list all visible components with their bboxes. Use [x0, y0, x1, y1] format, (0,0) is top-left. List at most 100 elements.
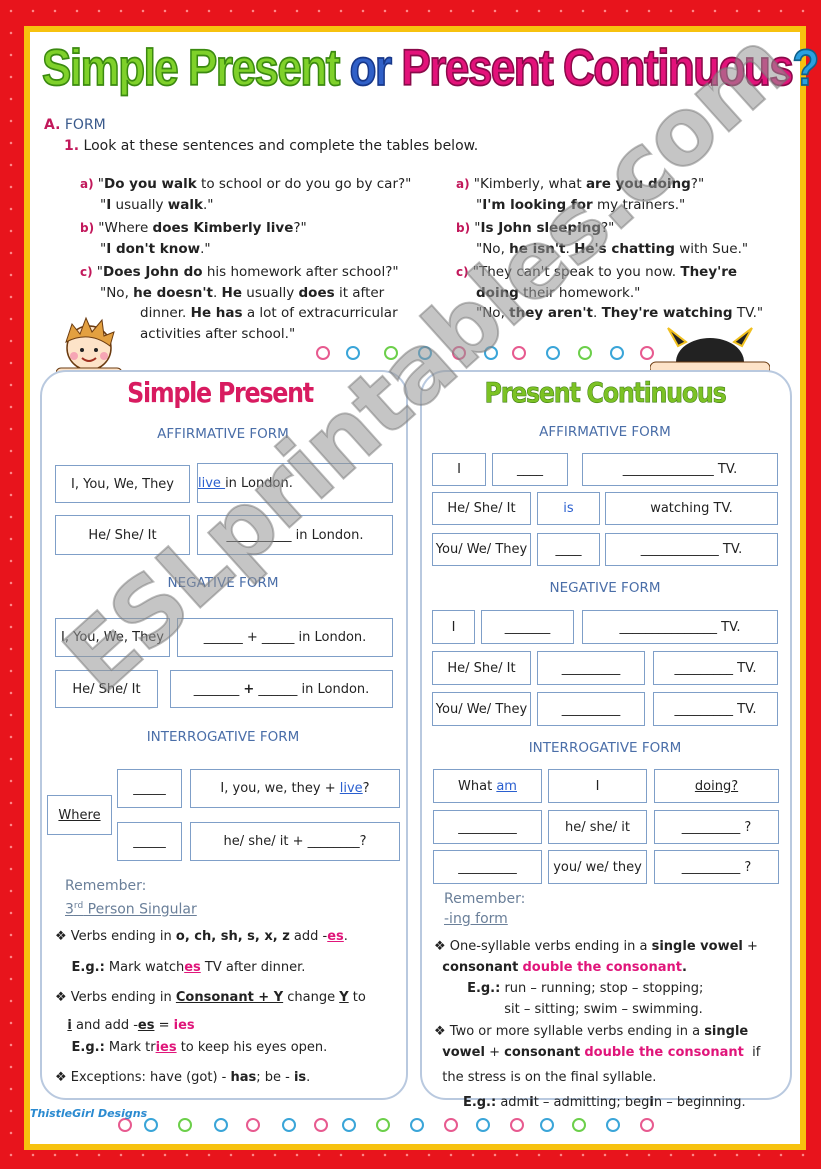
pc-subject-cell[interactable]: He/ She/ It: [432, 651, 531, 685]
text-segment: ies: [173, 1018, 195, 1033]
text-segment: ies: [155, 1040, 177, 1055]
text-segment: it after: [334, 284, 385, 301]
pc-verb-cell[interactable]: watching TV.: [605, 492, 778, 525]
pc-negative-heading: NEGATIVE FORM: [549, 580, 661, 596]
pc-affirmative-heading: AFFIRMATIVE FORM: [539, 424, 671, 440]
text-segment: Mark tr: [104, 1040, 156, 1055]
text-segment: am: [496, 778, 517, 794]
sp-answer-cell[interactable]: __________ in London.: [197, 515, 393, 555]
swirl-icon: [512, 346, 526, 360]
text-segment: es: [184, 960, 201, 975]
sp-answer-cell[interactable]: _______ + ______ in London.: [170, 670, 393, 708]
text-segment: single: [704, 1024, 749, 1039]
swirl-icon: [484, 346, 498, 360]
text-segment: he doesn't: [133, 284, 213, 301]
text-segment: adm: [496, 1095, 530, 1110]
pc-subject-cell[interactable]: you/ we/ they: [548, 850, 647, 884]
rule-line: consonant double the consonant.: [434, 957, 687, 978]
swirl-icon: [346, 346, 360, 360]
text-segment: .: [343, 929, 348, 944]
swirl-icon: [606, 1118, 620, 1132]
sp-answer-cell[interactable]: he/ she/ it + ________?: [190, 822, 400, 861]
text-segment: E.g.:: [462, 1095, 497, 1110]
text-segment: es: [137, 1018, 155, 1033]
sp-wh-word-cell[interactable]: Where: [47, 795, 112, 835]
sp-verb-cell[interactable]: live in London.: [197, 463, 393, 503]
pc-subject-cell[interactable]: You/ We/ They: [432, 533, 531, 566]
pc-answer-cell[interactable]: _______: [481, 610, 574, 644]
pc-subject-cell[interactable]: he/ she/ it: [548, 810, 647, 844]
text-segment: E.g.:: [71, 1040, 105, 1055]
pc-subject-cell[interactable]: I: [548, 769, 647, 803]
pc-question-cell[interactable]: What am: [433, 769, 542, 803]
text-segment: I'm looking for: [482, 196, 593, 213]
swirl-icon: [572, 1118, 586, 1132]
pc-answer-cell[interactable]: _________ ?: [654, 850, 779, 884]
pc-answer-cell[interactable]: _________: [537, 651, 645, 685]
text-segment: es: [327, 929, 344, 944]
pc-subject-cell[interactable]: I: [432, 453, 486, 486]
text-segment: to school or do you go by car?": [196, 176, 412, 192]
text-segment: to: [348, 990, 366, 1005]
sp-subject-cell[interactable]: I, You, We, They: [55, 465, 190, 503]
rule-line: E.g.: Mark watches TV after dinner.: [55, 957, 306, 978]
section-label: A.: [44, 117, 61, 133]
pc-subject-cell[interactable]: You/ We/ They: [432, 692, 531, 726]
text-segment: .": [202, 196, 214, 213]
rule-line: i and add -es = ies: [55, 1015, 195, 1036]
pc-answer-cell[interactable]: _________ TV.: [653, 651, 778, 685]
sp-subject-cell[interactable]: He/ She/ It: [55, 670, 158, 708]
text-segment: +: [484, 1045, 505, 1060]
swirl-icon: [510, 1118, 524, 1132]
sp-answer-cell[interactable]: _____: [117, 769, 182, 808]
pc-aux-cell[interactable]: is: [537, 492, 600, 525]
pc-verb-cell[interactable]: doing?: [654, 769, 779, 803]
swirl-icon: [410, 1118, 424, 1132]
pc-answer-cell[interactable]: _________: [433, 850, 542, 884]
sp-answer-cell[interactable]: ______ + _____ in London.: [177, 618, 393, 657]
text-segment: He's chatting: [574, 240, 675, 257]
pc-answer-cell[interactable]: _______________ TV.: [582, 610, 778, 644]
present-continuous-title: Present Continuous: [484, 376, 727, 410]
pc-subject-cell[interactable]: He/ She/ It: [432, 492, 531, 525]
swirl-icon: [546, 346, 560, 360]
rule-line: ❖ Verbs ending in o, ch, sh, s, x, z add…: [55, 926, 348, 947]
example-label: c): [456, 265, 473, 279]
example-label: a): [80, 177, 98, 191]
pc-answer-cell[interactable]: ____________ TV.: [605, 533, 778, 566]
pc-answer-cell[interactable]: _________ TV.: [653, 692, 778, 726]
text-segment: ❖ Verbs ending in: [55, 990, 176, 1005]
pc-answer-cell[interactable]: ____: [537, 533, 600, 566]
text-segment: a lot of extracurricular: [242, 305, 398, 321]
pc-answer-cell[interactable]: ______________ TV.: [582, 453, 778, 486]
text-segment: t – admitting; beg: [533, 1095, 650, 1110]
sp-subject-cell[interactable]: He/ She/ It: [55, 515, 190, 555]
sp-answer-cell[interactable]: _____: [117, 822, 182, 861]
sp-question-cell[interactable]: I, you, we, they + live?: [190, 769, 400, 808]
text-segment: "Kimberly, what: [473, 176, 586, 192]
pc-answer-cell[interactable]: _________: [433, 810, 542, 844]
pc-remember: Remember: -ing form: [444, 889, 525, 929]
text-segment: .: [306, 1070, 311, 1085]
text-segment: E.g.:: [467, 981, 501, 996]
pc-answer-cell[interactable]: ____: [492, 453, 568, 486]
text-segment: with Sue.": [674, 240, 749, 257]
rule-line: E.g.: Mark tries to keep his eyes open.: [55, 1037, 328, 1058]
example-line: a) "Do you walk to school or do you go b…: [80, 174, 411, 195]
example-line: dinner. He has a lot of extracurricular: [140, 303, 398, 324]
text-segment: He: [221, 284, 243, 301]
pc-answer-cell[interactable]: _________ ?: [654, 810, 779, 844]
pc-answer-cell[interactable]: _________: [537, 692, 645, 726]
sp-interrogative-heading: INTERROGATIVE FORM: [146, 729, 300, 745]
pc-subject-cell[interactable]: I: [432, 610, 475, 644]
text-segment: [55, 1018, 67, 1033]
text-segment: ______ + _____ in London.: [203, 630, 367, 645]
sp-subject-cell[interactable]: I, You, We, They: [55, 618, 170, 657]
title-present-continuous: Present Continuous: [401, 39, 795, 97]
swirl-icon: [144, 1118, 158, 1132]
task-number: 1.: [64, 138, 80, 154]
text-segment: Does John do: [103, 264, 203, 280]
text-segment: does: [298, 284, 335, 301]
swirl-icon: [246, 1118, 260, 1132]
text-segment: walk: [167, 196, 203, 213]
